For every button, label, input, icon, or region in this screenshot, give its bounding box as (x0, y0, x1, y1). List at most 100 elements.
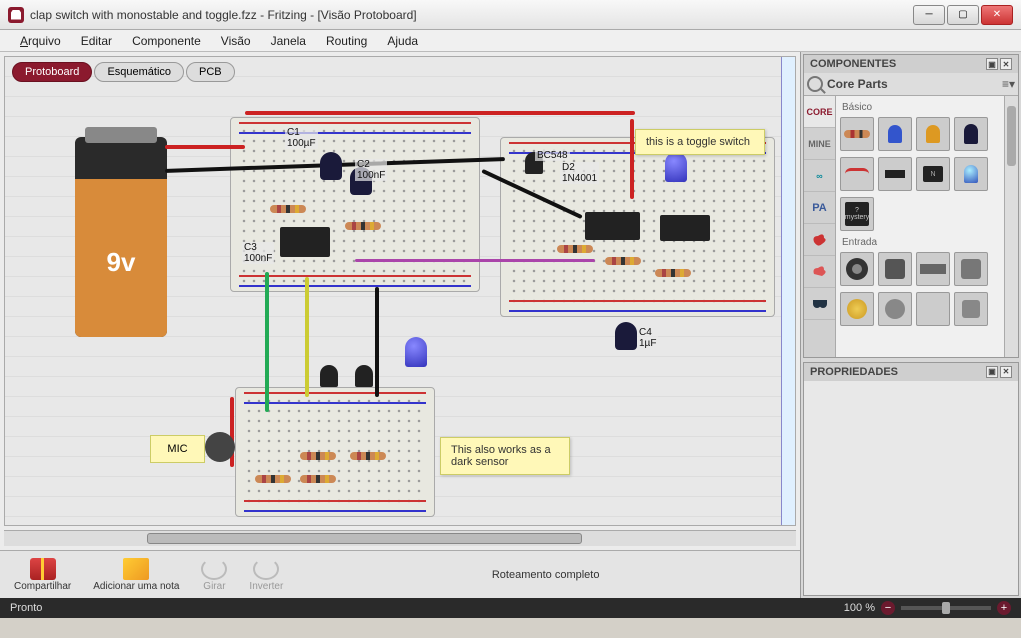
panel-undock-button[interactable]: ▣ (986, 366, 998, 378)
part-potentiometer[interactable] (840, 252, 874, 286)
led-blue[interactable] (665, 152, 687, 182)
transistor[interactable] (320, 365, 338, 387)
resistor[interactable] (557, 245, 593, 253)
bin-tab-core[interactable]: CORE (804, 96, 835, 128)
led-blue[interactable] (405, 337, 427, 367)
maximize-button[interactable]: ▢ (947, 5, 979, 25)
part-resistor[interactable] (840, 117, 874, 151)
resistor[interactable] (345, 222, 381, 230)
ic-chip[interactable] (660, 215, 710, 241)
part-rotary[interactable] (878, 292, 912, 326)
parts-bin-title: Core Parts (827, 77, 1002, 91)
bottom-toolbar: Compartilhar Adicionar uma nota Girar In… (0, 550, 800, 598)
search-icon[interactable] (807, 76, 823, 92)
menu-editar[interactable]: Editar (71, 32, 122, 50)
ic-chip[interactable] (280, 227, 330, 257)
menu-ajuda[interactable]: Ajuda (377, 32, 428, 50)
menu-janela[interactable]: Janela (261, 32, 316, 50)
capacitor-c4[interactable] (615, 322, 637, 350)
resistor[interactable] (300, 452, 336, 460)
panel-close-button[interactable]: ✕ (1000, 366, 1012, 378)
zoom-in-button[interactable]: + (997, 601, 1011, 615)
bin-tab-sparkfun[interactable] (804, 224, 835, 256)
bin-tab-mine[interactable]: MINE (804, 128, 835, 160)
bin-tab-parallax[interactable]: PA (804, 192, 835, 224)
part-dip-switch[interactable] (954, 252, 988, 286)
canvas-scrollbar-vertical[interactable] (781, 57, 795, 525)
parts-scrollbar[interactable] (1004, 96, 1018, 357)
zoom-level: 100 % (844, 602, 875, 614)
parts-menu-icon[interactable]: ≡▾ (1002, 77, 1015, 91)
parts-body: CORE MINE ∞ PA Básico (804, 96, 1018, 357)
tab-pcb[interactable]: PCB (186, 62, 235, 82)
microphone-icon[interactable] (205, 432, 235, 462)
wire-black[interactable] (375, 287, 379, 397)
part-ceramic-cap[interactable] (878, 117, 912, 151)
wire-green[interactable] (265, 272, 269, 412)
add-note-button[interactable]: Adicionar uma nota (93, 558, 179, 592)
breadboard-1[interactable] (230, 117, 480, 292)
note-dark-sensor[interactable]: This also works as a dark sensor (440, 437, 570, 475)
transistor[interactable] (355, 365, 373, 387)
menu-routing[interactable]: Routing (316, 32, 377, 50)
resistor[interactable] (350, 452, 386, 460)
menu-arquivo[interactable]: Arquivo (10, 32, 71, 50)
part-electrolytic-cap[interactable] (954, 117, 988, 151)
note-toggle-switch[interactable]: this is a toggle switch (635, 129, 765, 155)
tab-esquematico[interactable]: Esquemático (94, 62, 184, 82)
part-ic[interactable]: N (916, 157, 950, 191)
resistor[interactable] (655, 269, 691, 277)
part-led[interactable] (954, 157, 988, 191)
part-diode[interactable] (878, 157, 912, 191)
battery-9v[interactable]: 9v (75, 137, 167, 337)
side-panel: COMPONENTES ▣ ✕ Core Parts ≡▾ CORE MINE … (801, 52, 1021, 598)
capacitor-c1[interactable] (320, 152, 342, 180)
scrollbar-thumb[interactable] (147, 533, 583, 544)
wire-red[interactable] (245, 111, 635, 115)
parts-scrollbar-thumb[interactable] (1007, 106, 1016, 166)
resistor[interactable] (255, 475, 291, 483)
tab-protoboard[interactable]: Protoboard (12, 62, 92, 82)
wire-purple[interactable] (355, 259, 595, 262)
part-pushbutton[interactable] (954, 292, 988, 326)
breadboard-canvas[interactable]: 9v (4, 56, 796, 526)
bin-tab-contrib[interactable] (804, 288, 835, 320)
panel-componentes-title: COMPONENTES (810, 58, 896, 70)
invert-button[interactable]: Inverter (249, 558, 283, 592)
resistor[interactable] (270, 205, 306, 213)
panel-close-button[interactable]: ✕ (1000, 58, 1012, 70)
part-slider[interactable] (916, 252, 950, 286)
zoom-out-button[interactable]: − (881, 601, 895, 615)
ic-chip[interactable] (585, 212, 640, 240)
wire-red[interactable] (630, 119, 634, 199)
menu-componente[interactable]: Componente (122, 32, 211, 50)
label-c3: C3 100nF (242, 242, 274, 264)
mic-label-box[interactable]: MIC (150, 435, 205, 463)
part-toggle[interactable] (916, 292, 950, 326)
part-inductor[interactable] (840, 157, 874, 191)
wire-yellow[interactable] (305, 277, 309, 397)
zoom-slider-knob[interactable] (942, 602, 950, 614)
rotate-button[interactable]: Girar (201, 558, 227, 592)
main-area: Protoboard Esquemático PCB 9v (0, 52, 1021, 598)
menu-visao[interactable]: Visão (211, 32, 261, 50)
canvas-scrollbar-horizontal[interactable] (4, 530, 796, 546)
routing-status: Roteamento completo (305, 569, 786, 581)
close-button[interactable]: ✕ (981, 5, 1013, 25)
canvas-area: Protoboard Esquemático PCB 9v (0, 52, 801, 598)
part-joystick[interactable] (878, 252, 912, 286)
part-mystery[interactable]: ?mystery (840, 197, 874, 231)
wire-red[interactable] (165, 145, 245, 149)
bin-tab-snootlab[interactable] (804, 256, 835, 288)
resistor[interactable] (300, 475, 336, 483)
app-icon (8, 7, 24, 23)
minimize-button[interactable]: ─ (913, 5, 945, 25)
panel-undock-button[interactable]: ▣ (986, 58, 998, 70)
part-knob[interactable] (840, 292, 874, 326)
zoom-slider[interactable] (901, 606, 991, 610)
window-titlebar: clap switch with monostable and toggle.f… (0, 0, 1021, 30)
share-button[interactable]: Compartilhar (14, 558, 71, 592)
resistor[interactable] (605, 257, 641, 265)
part-tantalum-cap[interactable] (916, 117, 950, 151)
bin-tab-arduino[interactable]: ∞ (804, 160, 835, 192)
